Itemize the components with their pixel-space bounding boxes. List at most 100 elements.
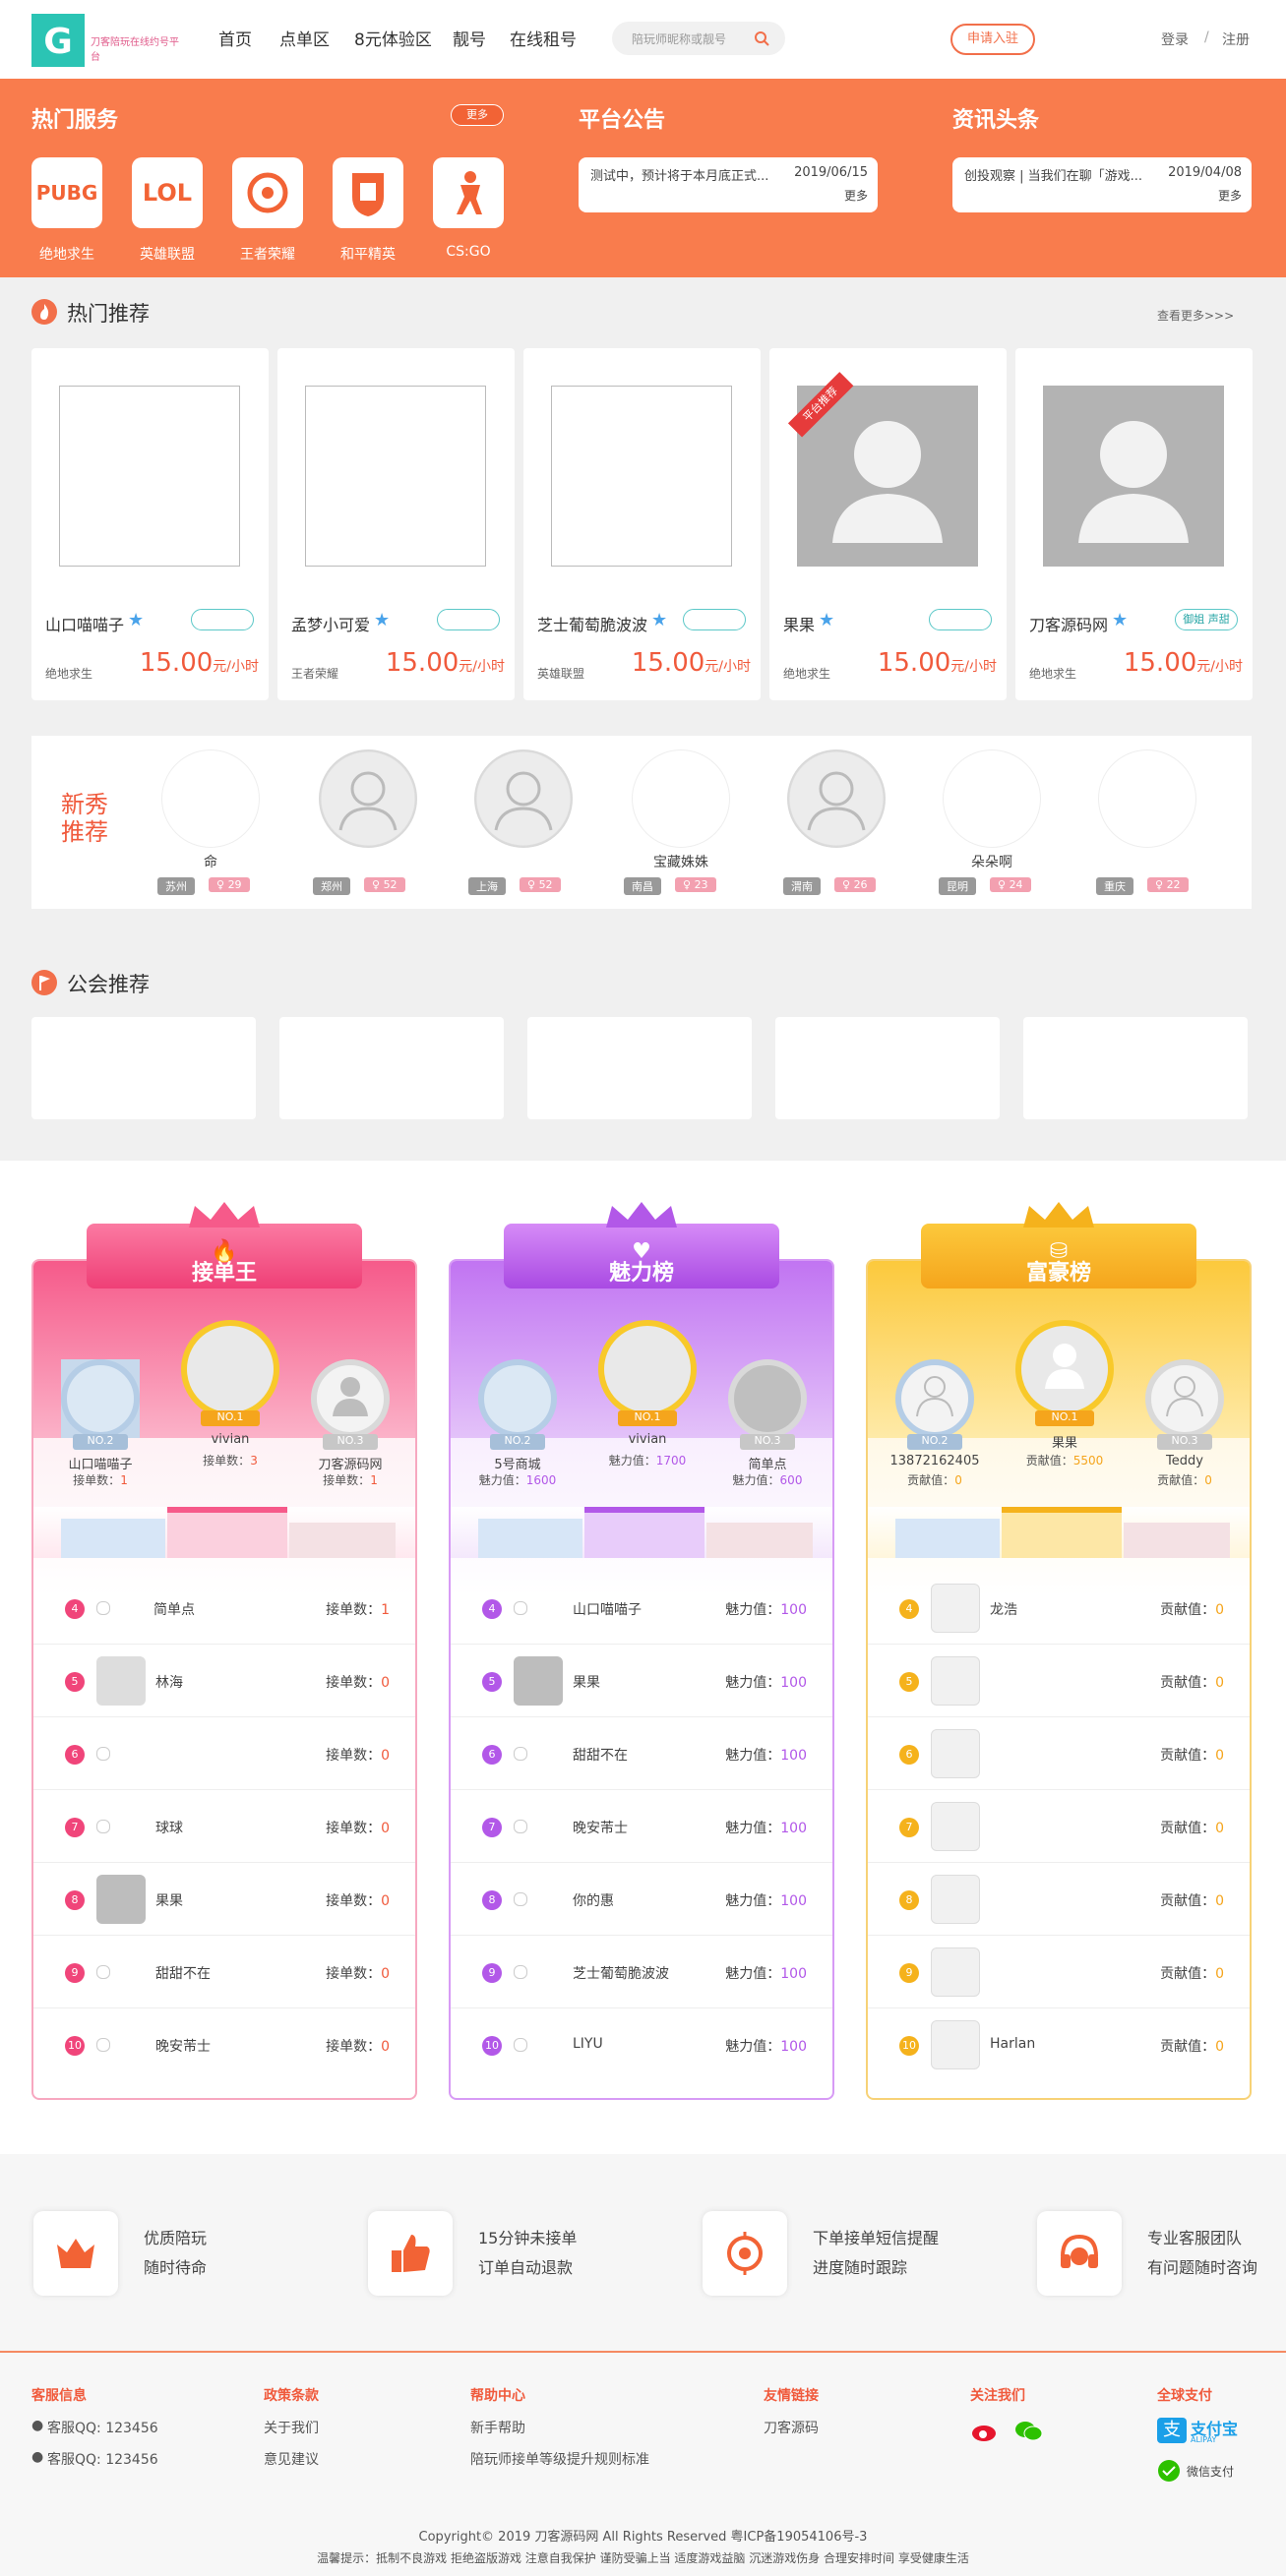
footer-link[interactable]: 陪玩师接单等级提升规则标准 — [470, 2449, 649, 2469]
rank-1-avatar[interactable] — [1015, 1320, 1114, 1418]
new-player-avatar[interactable] — [787, 749, 886, 848]
new-player-avatar[interactable] — [161, 749, 260, 848]
site-logo[interactable]: G 刀客陪玩在线约号平台 — [31, 14, 179, 67]
notice-text[interactable]: 测试中，预计将于本月底正式... — [590, 165, 787, 184]
game-lol[interactable]: LOL — [132, 157, 203, 228]
rank-row[interactable]: 4 山口喵喵子 魅力值：100 — [451, 1572, 832, 1645]
player-card[interactable]: 芝士葡萄脆波波 ★ 英雄联盟 15.00元/小时 — [523, 348, 761, 700]
rank-2-name[interactable]: 13872162405 — [876, 1454, 994, 1468]
rank-2-avatar[interactable] — [895, 1359, 974, 1438]
new-player-avatar[interactable] — [943, 749, 1041, 848]
login-link[interactable]: 登录 — [1161, 30, 1189, 49]
rank-1-avatar[interactable] — [598, 1320, 697, 1418]
rank-row[interactable]: 10 Harlan 贡献值：0 — [868, 2008, 1250, 2081]
footer-link[interactable]: 意见建议 — [264, 2449, 319, 2469]
rank-1-name[interactable]: 果果 — [1006, 1432, 1124, 1451]
new-player-name[interactable]: 朵朵啊 — [923, 852, 1061, 871]
rank-row[interactable]: 8 果果 接单数：0 — [33, 1863, 415, 1936]
services-more-button[interactable]: 更多 — [451, 104, 504, 126]
player-photo[interactable] — [1043, 386, 1224, 567]
guild-card[interactable] — [527, 1017, 752, 1119]
news-box[interactable]: 创投观察 | 当我们在聊「游戏... 2019/04/08 更多 — [952, 157, 1252, 212]
news-more-link[interactable]: 更多 — [1218, 187, 1242, 204]
rank-1-name[interactable]: vivian — [588, 1432, 706, 1447]
footer-qq-2[interactable]: 客服QQ: 123456 — [47, 2449, 158, 2469]
player-card[interactable]: 刀客源码网 ★ 御姐 声甜 绝地求生 15.00元/小时 — [1015, 348, 1253, 700]
guild-card[interactable] — [1023, 1017, 1248, 1119]
search-bar[interactable]: 陪玩师昵称或靓号 — [612, 22, 785, 55]
rank-row[interactable]: 10 晚安芾士 接单数：0 — [33, 2008, 415, 2081]
new-player-avatar[interactable] — [632, 749, 730, 848]
new-player-name[interactable]: 命 — [142, 852, 279, 871]
rank-3-avatar[interactable] — [728, 1359, 807, 1438]
footer-link[interactable]: 新手帮助 — [470, 2418, 525, 2437]
new-player-avatar[interactable] — [319, 749, 417, 848]
player-name[interactable]: 孟梦小可爱 — [291, 612, 370, 635]
game-hpjy[interactable] — [333, 157, 403, 228]
rank-row[interactable]: 6 甜甜不在 魅力值：100 — [451, 1717, 832, 1790]
search-input[interactable]: 陪玩师昵称或靓号 — [632, 30, 726, 47]
rank-row[interactable]: 7 球球 接单数：0 — [33, 1790, 415, 1863]
player-card[interactable]: 山口喵喵子 ★ 绝地求生 15.00元/小时 — [31, 348, 269, 700]
rank-row[interactable]: 5 果果 魅力值：100 — [451, 1645, 832, 1717]
game-pubg[interactable]: PUBG — [31, 157, 102, 228]
player-card[interactable]: 孟梦小可爱 ★ 王者荣耀 15.00元/小时 — [277, 348, 515, 700]
rank-3-name[interactable]: 刀客源码网 — [291, 1454, 409, 1472]
wechat-icon[interactable] — [1013, 2418, 1043, 2443]
rank-row[interactable]: 5 贡献值：0 — [868, 1645, 1250, 1717]
new-player-avatar[interactable] — [474, 749, 573, 848]
notice-more-link[interactable]: 更多 — [844, 187, 868, 204]
rank-row[interactable]: 6 贡献值：0 — [868, 1717, 1250, 1790]
hot-rec-more-link[interactable]: 查看更多>>> — [1157, 307, 1234, 324]
rank-2-avatar[interactable] — [478, 1359, 557, 1438]
player-photo[interactable] — [305, 386, 486, 567]
rank-row[interactable]: 6 接单数：0 — [33, 1717, 415, 1790]
player-photo[interactable] — [59, 386, 240, 567]
rank-3-avatar[interactable] — [1145, 1359, 1224, 1438]
nav-premium[interactable]: 靓号 — [453, 26, 486, 50]
game-wzry[interactable] — [232, 157, 303, 228]
player-card[interactable]: 平台推荐 果果 ★ 绝地求生 15.00元/小时 — [769, 348, 1007, 700]
nav-trial[interactable]: 8元体验区 — [354, 26, 432, 50]
player-photo[interactable] — [551, 386, 732, 567]
player-name[interactable]: 果果 — [783, 612, 815, 635]
rank-3-avatar[interactable] — [311, 1359, 390, 1438]
apply-button[interactable]: 申请入驻 — [950, 24, 1035, 55]
rank-2-avatar[interactable] — [61, 1359, 140, 1438]
rank-row[interactable]: 4 简单点 接单数：1 — [33, 1572, 415, 1645]
rank-3-name[interactable]: Teddy — [1126, 1454, 1244, 1468]
news-text[interactable]: 创投观察 | 当我们在聊「游戏... — [964, 165, 1161, 184]
rank-row[interactable]: 4 龙浩 贡献值：0 — [868, 1572, 1250, 1645]
nav-home[interactable]: 首页 — [218, 26, 252, 50]
wechat-pay-label[interactable]: 微信支付 — [1187, 2463, 1234, 2480]
new-player-avatar[interactable] — [1098, 749, 1196, 848]
new-player-name[interactable]: 宝藏姝姝 — [612, 852, 750, 871]
register-link[interactable]: 注册 — [1222, 30, 1250, 49]
nav-order[interactable]: 点单区 — [279, 26, 330, 50]
footer-qq-1[interactable]: 客服QQ: 123456 — [47, 2418, 158, 2437]
player-name[interactable]: 山口喵喵子 — [45, 612, 124, 635]
rank-row[interactable]: 7 晚安芾士 魅力值：100 — [451, 1790, 832, 1863]
notice-box[interactable]: 测试中，预计将于本月底正式... 2019/06/15 更多 — [579, 157, 878, 212]
search-icon[interactable] — [754, 30, 769, 46]
rank-row[interactable]: 9 芝士葡萄脆波波 魅力值：100 — [451, 1936, 832, 2008]
nav-rent[interactable]: 在线租号 — [510, 26, 577, 50]
player-name[interactable]: 芝士葡萄脆波波 — [537, 612, 647, 635]
footer-link[interactable]: 关于我们 — [264, 2418, 319, 2437]
rank-row[interactable]: 7 贡献值：0 — [868, 1790, 1250, 1863]
rank-2-name[interactable]: 5号商城 — [459, 1454, 577, 1472]
footer-link[interactable]: 刀客源码 — [764, 2418, 819, 2437]
rank-row[interactable]: 8 你的惠 魅力值：100 — [451, 1863, 832, 1936]
rank-row[interactable]: 10 LIYU 魅力值：100 — [451, 2008, 832, 2081]
rank-row[interactable]: 8 贡献值：0 — [868, 1863, 1250, 1936]
rank-1-avatar[interactable] — [181, 1320, 279, 1418]
guild-card[interactable] — [279, 1017, 504, 1119]
rank-row[interactable]: 9 甜甜不在 接单数：0 — [33, 1936, 415, 2008]
rank-row[interactable]: 5 林海 接单数：0 — [33, 1645, 415, 1717]
rank-2-name[interactable]: 山口喵喵子 — [41, 1454, 159, 1472]
guild-card[interactable] — [775, 1017, 1000, 1119]
weibo-icon[interactable] — [970, 2418, 1000, 2443]
rank-row[interactable]: 9 贡献值：0 — [868, 1936, 1250, 2008]
guild-card[interactable] — [31, 1017, 256, 1119]
rank-1-name[interactable]: vivian — [171, 1432, 289, 1447]
